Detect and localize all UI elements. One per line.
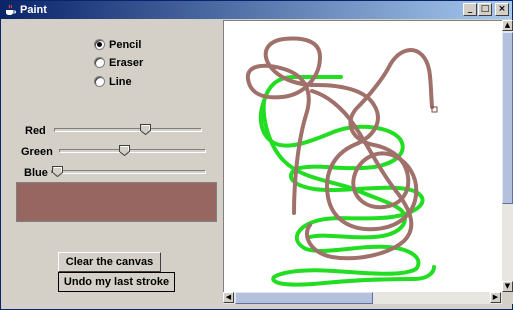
- close-button[interactable]: ×: [495, 3, 509, 16]
- scroll-down-button[interactable]: ▼: [502, 281, 513, 292]
- eraser-label: Eraser: [109, 57, 144, 69]
- maximize-button[interactable]: □: [478, 3, 492, 16]
- horizontal-scroll-thumb[interactable]: [235, 292, 373, 304]
- java-cup-icon: [6, 4, 16, 16]
- drawing-surface[interactable]: [224, 21, 502, 292]
- line-label: Line: [109, 76, 132, 88]
- radio-indicator: [94, 76, 105, 87]
- arrow-right-icon: ▶: [492, 293, 499, 301]
- maximize-icon: □: [480, 4, 490, 14]
- title-bar[interactable]: Paint _ □ ×: [1, 1, 512, 19]
- blue-slider-thumb[interactable]: [52, 166, 63, 177]
- pencil-label: Pencil: [109, 39, 142, 51]
- radio-indicator: [94, 39, 105, 50]
- minimize-button[interactable]: _: [463, 3, 477, 16]
- blue-slider[interactable]: [51, 166, 206, 177]
- green-label: Green: [21, 146, 53, 158]
- scroll-right-button[interactable]: ▶: [490, 292, 501, 303]
- paint-window: Paint _ □ × Pencil Eraser Line Red Green: [0, 0, 513, 310]
- scroll-up-button[interactable]: ▲: [502, 20, 513, 31]
- arrow-up-icon: ▲: [504, 21, 511, 29]
- arrow-down-icon: ▼: [504, 282, 511, 290]
- controls-panel: Pencil Eraser Line Red Green Blue Clear …: [4, 20, 223, 308]
- arrow-left-icon: ◀: [225, 293, 232, 301]
- green-slider[interactable]: [59, 145, 206, 156]
- radio-indicator: [94, 57, 105, 68]
- red-label: Red: [25, 125, 46, 137]
- horizontal-scrollbar[interactable]: ◀ ▶: [223, 292, 502, 304]
- vertical-scrollbar[interactable]: ▲ ▼: [502, 20, 513, 292]
- close-icon: ×: [498, 4, 506, 14]
- green-slider-thumb[interactable]: [119, 145, 130, 156]
- scroll-left-button[interactable]: ◀: [223, 292, 234, 303]
- red-slider-thumb[interactable]: [140, 124, 151, 135]
- scroll-corner: [502, 292, 513, 304]
- minimize-icon: _: [467, 4, 473, 14]
- blue-label: Blue: [24, 167, 48, 179]
- clear-canvas-button[interactable]: Clear the canvas: [58, 252, 161, 272]
- red-slider[interactable]: [54, 124, 202, 135]
- undo-stroke-button[interactable]: Undo my last stroke: [58, 272, 175, 292]
- drawing-canvas[interactable]: [223, 20, 502, 292]
- vertical-scroll-thumb[interactable]: [502, 32, 513, 204]
- window-title: Paint: [20, 4, 47, 16]
- color-preview-swatch: [16, 182, 217, 222]
